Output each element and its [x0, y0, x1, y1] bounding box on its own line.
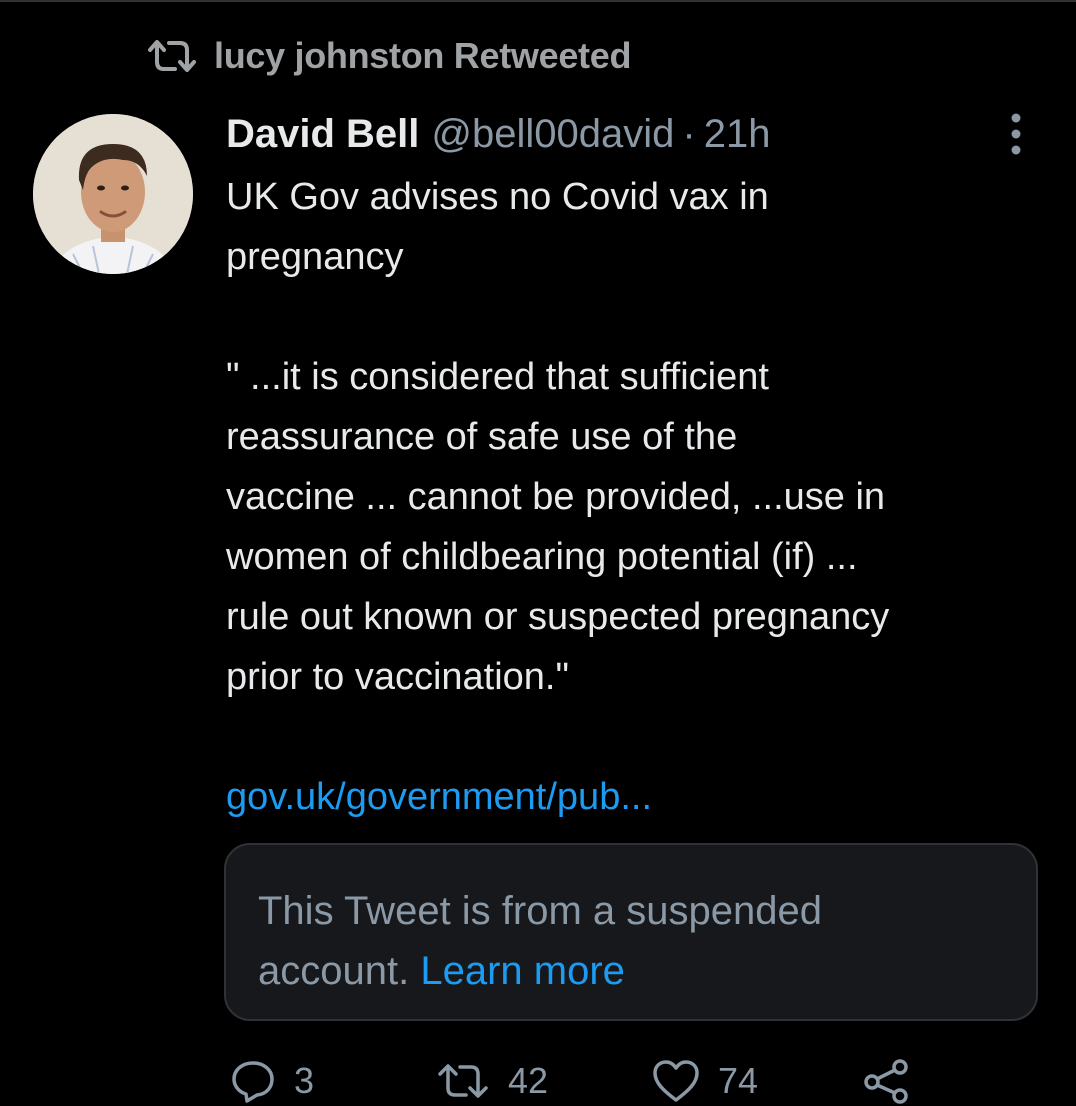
like-count: 74 [718, 1060, 759, 1101]
reply-icon [230, 1058, 276, 1104]
retweet-count: 42 [508, 1060, 549, 1101]
suspended-quote-card: This Tweet is from a suspended account. … [224, 843, 1038, 1021]
tweet-text-line: reassurance of safe use of the [226, 416, 738, 458]
reply-button[interactable]: 3 [230, 1056, 314, 1106]
top-divider [0, 0, 1076, 2]
retweet-button[interactable]: 42 [436, 1056, 548, 1106]
suspended-notice-line-2: account. Learn more [258, 941, 1004, 1001]
more-options-icon[interactable] [1001, 112, 1031, 156]
tweet-text-line: prior to vaccination." [226, 656, 569, 698]
heart-icon [652, 1059, 700, 1103]
share-icon [862, 1058, 910, 1104]
tweet-text-line: vaccine ... cannot be provided, ...use i… [226, 476, 886, 518]
retweet-context-label: lucy johnston Retweeted [214, 35, 632, 76]
author-handle[interactable]: @bell00david [431, 112, 674, 157]
reply-count: 3 [294, 1060, 315, 1101]
avatar[interactable] [33, 114, 193, 274]
tweet-text: UK Gov advises no Covid vax in pregnancy… [226, 167, 1046, 827]
tweet-text-line: UK Gov advises no Covid vax in [226, 176, 769, 218]
suspended-notice-line: This Tweet is from a suspended [258, 889, 822, 933]
tweet-text-line: pregnancy [226, 236, 404, 278]
retweet-icon [436, 1061, 490, 1101]
header-separator: · [682, 112, 696, 156]
tweet-text-line: women of childbearing potential (if) ... [226, 536, 858, 578]
tweet-text-line: " ...it is considered that sufficient [226, 356, 769, 398]
tweet-actions: 3 42 74 [0, 1056, 1076, 1106]
tweet-text-spacer [226, 707, 1046, 767]
tweet-text-line: rule out known or suspected pregnancy [226, 596, 890, 638]
tweet-header: David Bell @bell00david · 21h [226, 112, 770, 162]
like-button[interactable]: 74 [652, 1056, 758, 1106]
author-name[interactable]: David Bell [226, 112, 419, 157]
learn-more-link[interactable]: Learn more [420, 949, 625, 993]
share-button[interactable] [862, 1056, 910, 1106]
tweet-link[interactable]: gov.uk/government/pub... [226, 767, 1046, 827]
retweet-icon [146, 38, 198, 74]
avatar-photo [33, 114, 193, 274]
retweet-context[interactable]: lucy johnston Retweeted [146, 35, 632, 76]
suspended-notice-account: account. [258, 949, 410, 993]
tweet-timestamp[interactable]: 21h [704, 112, 771, 157]
